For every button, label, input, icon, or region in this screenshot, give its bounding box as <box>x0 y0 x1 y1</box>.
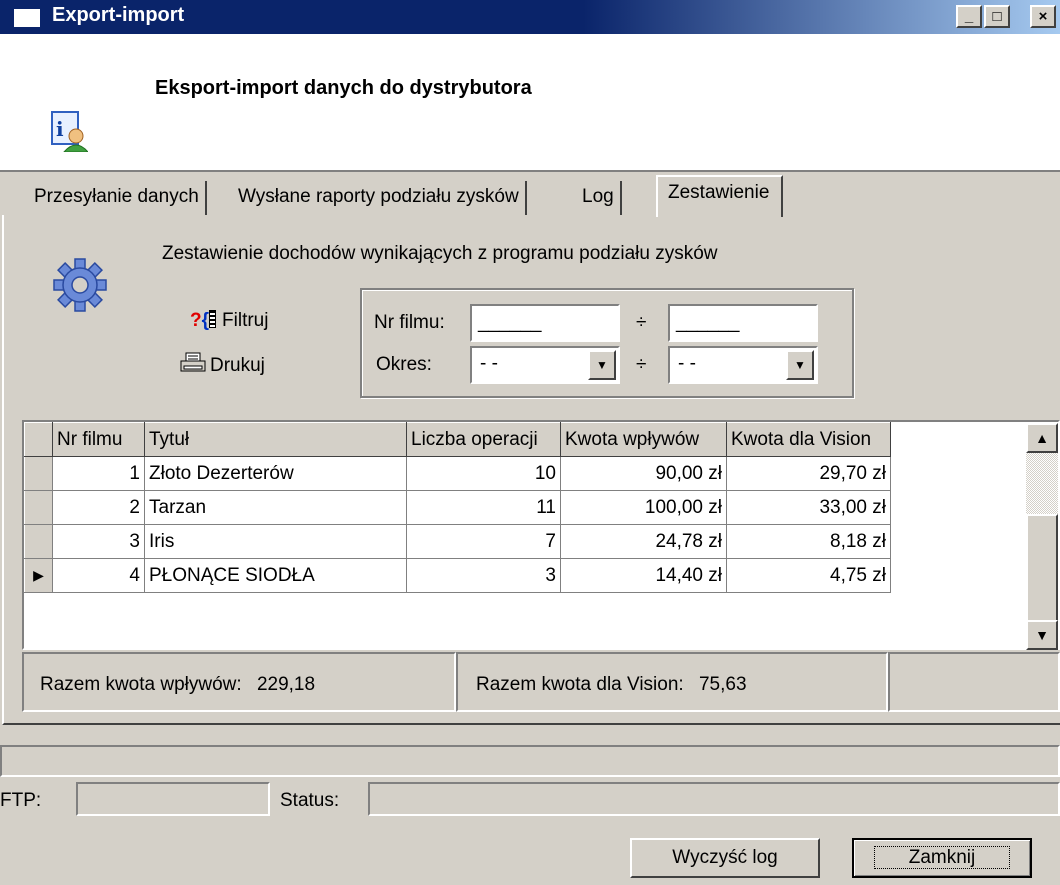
period-to-select[interactable]: - - ▼ <box>668 346 818 384</box>
total-income-value: 229,18 <box>256 674 316 695</box>
grid-body: Nr filmu Tytuł Liczba operacji Kwota wpł… <box>24 422 1032 648</box>
cell-title[interactable]: Iris <box>144 524 407 559</box>
cell-film-number[interactable]: 3 <box>52 524 145 559</box>
ftp-status-field <box>76 782 270 816</box>
cell-income[interactable]: 90,00 zł <box>560 456 727 491</box>
cell-film-number[interactable]: 1 <box>52 456 145 491</box>
column-header-vision-amount[interactable]: Kwota dla Vision <box>726 422 891 457</box>
header-panel <box>0 34 1060 172</box>
filter-icon: ? <box>190 310 202 331</box>
cell-vision-amount[interactable]: 29,70 zł <box>726 456 891 491</box>
column-header-film-number[interactable]: Nr filmu <box>52 422 145 457</box>
column-header-title[interactable]: Tytuł <box>144 422 407 457</box>
cell-operations[interactable]: 10 <box>406 456 561 491</box>
cell-operations[interactable]: 3 <box>406 558 561 593</box>
clear-log-button[interactable]: Wyczyść log <box>630 838 820 878</box>
cell-income[interactable]: 24,78 zł <box>560 524 727 559</box>
total-vision-value: 75,63 <box>698 674 747 695</box>
income-table: Nr filmu Tytuł Liczba operacji Kwota wpł… <box>24 422 891 593</box>
row-indicator-header <box>24 422 53 457</box>
tab-log[interactable]: Log <box>576 181 622 215</box>
period-label: Okres: <box>376 354 432 375</box>
period-range-separator: ÷ <box>636 354 647 375</box>
film-from-value: ______ <box>478 312 542 333</box>
header-title: Eksport-import danych do dystrybutora <box>155 77 532 99</box>
status-label: Status: <box>280 790 340 811</box>
cell-film-number[interactable]: 2 <box>52 490 145 525</box>
cell-vision-amount[interactable]: 33,00 zł <box>726 490 891 525</box>
chevron-down-icon[interactable]: ▼ <box>588 350 616 380</box>
print-label: Drukuj <box>210 355 265 376</box>
minimize-button[interactable]: _ <box>956 5 982 28</box>
totals-spacer-panel <box>888 652 1060 712</box>
film-to-input[interactable]: ______ <box>668 304 818 342</box>
close-button-label: Zamknij <box>873 846 1011 869</box>
cell-operations[interactable]: 7 <box>406 524 561 559</box>
table-row[interactable]: 1 Złoto Dezerterów 10 90,00 zł 29,70 zł <box>24 456 891 491</box>
row-indicator[interactable] <box>24 456 53 491</box>
scroll-down-button[interactable]: ▼ <box>1026 620 1058 650</box>
filter-link[interactable]: ?{ Filtruj <box>190 310 268 332</box>
print-link[interactable]: Drukuj <box>180 352 265 377</box>
filter-label: Filtruj <box>222 310 269 331</box>
total-vision-label: Razem kwota dla Vision: <box>476 674 684 695</box>
row-indicator[interactable] <box>24 490 53 525</box>
window-title: Export-import <box>52 4 185 26</box>
row-indicator[interactable] <box>24 524 53 559</box>
tab-label: Wysłane raporty podziału zysków <box>238 186 519 207</box>
cell-vision-amount[interactable]: 4,75 zł <box>726 558 891 593</box>
svg-text:i: i <box>56 117 64 141</box>
period-from-select[interactable]: - - ▼ <box>470 346 620 384</box>
cell-title[interactable]: PŁONĄCE SIODŁA <box>144 558 407 593</box>
cell-title[interactable]: Tarzan <box>144 490 407 525</box>
film-number-label: Nr filmu: <box>374 312 445 333</box>
close-button[interactable]: Zamknij <box>852 838 1032 878</box>
cell-income[interactable]: 100,00 zł <box>560 490 727 525</box>
cell-title[interactable]: Złoto Dezerterów <box>144 456 407 491</box>
maximize-button[interactable]: □ <box>984 5 1010 28</box>
cell-operations[interactable]: 11 <box>406 490 561 525</box>
tab-label: Zestawienie <box>668 182 770 203</box>
filter-brace-icon: { <box>201 310 210 331</box>
cell-income[interactable]: 14,40 zł <box>560 558 727 593</box>
info-person-icon: i <box>51 111 88 152</box>
table-row[interactable]: 2 Tarzan 11 100,00 zł 33,00 zł <box>24 490 891 525</box>
tab-data-transfer[interactable]: Przesyłanie danych <box>28 181 207 215</box>
period-to-value: - - <box>678 353 696 374</box>
scroll-up-button[interactable]: ▲ <box>1026 423 1058 453</box>
close-window-button[interactable]: × <box>1030 5 1056 28</box>
summary-title: Zestawienie dochodów wynikających z prog… <box>162 243 718 264</box>
chevron-down-icon[interactable]: ▼ <box>786 350 814 380</box>
tab-label: Przesyłanie danych <box>34 186 199 207</box>
table-row-current[interactable]: ▶ 4 PŁONĄCE SIODŁA 3 14,40 zł 4,75 zł <box>24 558 891 593</box>
filter-bar-icon <box>209 310 217 328</box>
scrollbar-thumb[interactable] <box>1026 514 1058 622</box>
column-header-income[interactable]: Kwota wpływów <box>560 422 727 457</box>
current-row-indicator[interactable]: ▶ <box>24 558 53 593</box>
tab-label: Log <box>582 186 614 207</box>
total-vision-panel: Razem kwota dla Vision: 75,63 <box>456 652 888 712</box>
status-field <box>368 782 1060 816</box>
cell-vision-amount[interactable]: 8,18 zł <box>726 524 891 559</box>
table-header-row: Nr filmu Tytuł Liczba operacji Kwota wpł… <box>24 422 891 457</box>
table-row[interactable]: 3 Iris 7 24,78 zł 8,18 zł <box>24 524 891 559</box>
tab-sent-reports[interactable]: Wysłane raporty podziału zysków <box>232 181 527 215</box>
period-from-value: - - <box>480 353 498 374</box>
printer-icon <box>180 352 206 372</box>
column-header-operations[interactable]: Liczba operacji <box>406 422 561 457</box>
film-from-input[interactable]: ______ <box>470 304 620 342</box>
total-income-label: Razem kwota wpływów: <box>40 674 242 695</box>
cell-film-number[interactable]: 4 <box>52 558 145 593</box>
window-icon[interactable] <box>12 7 42 29</box>
total-income-panel: Razem kwota wpływów: 229,18 <box>22 652 456 712</box>
film-range-separator: ÷ <box>636 312 647 333</box>
film-to-value: ______ <box>676 312 740 333</box>
tab-summary[interactable]: Zestawienie <box>656 175 784 217</box>
gear-icon <box>53 258 107 312</box>
progress-bar <box>0 745 1060 777</box>
income-grid[interactable]: Nr filmu Tytuł Liczba operacji Kwota wpł… <box>22 420 1060 650</box>
ftp-label: FTP: <box>0 790 42 811</box>
